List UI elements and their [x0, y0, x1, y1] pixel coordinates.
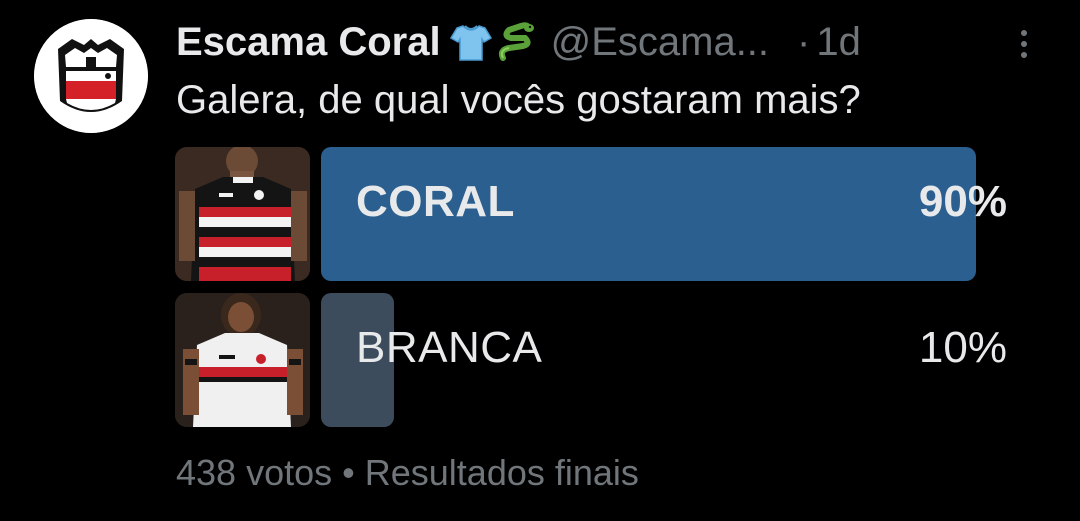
- poll-option-branca: BRANCA 10%: [175, 293, 1007, 427]
- poll-option-image-branca: [175, 293, 310, 427]
- author-handle[interactable]: @Escama...: [551, 20, 769, 65]
- coral-jersey-photo: [175, 147, 310, 281]
- tweet-header: Escama Coral @Escama... · 1d: [176, 14, 1056, 70]
- tweet-timestamp[interactable]: 1d: [816, 20, 861, 65]
- more-options-button[interactable]: [1016, 24, 1032, 64]
- poll-option-label-branca: BRANCA: [356, 323, 543, 372]
- poll-vote-count: 438 votos: [176, 452, 333, 493]
- tshirt-emoji-icon: [449, 25, 492, 61]
- header-separator: ·: [797, 19, 811, 64]
- poll-option-percent-branca: 10%: [918, 323, 1007, 372]
- poll-option-image-coral: [175, 147, 310, 281]
- tweet-text: Galera, de qual vocês gostaram mais?: [176, 78, 861, 122]
- author-display-name[interactable]: Escama Coral: [176, 20, 441, 65]
- branca-jersey-photo: [175, 293, 310, 427]
- tweet-card[interactable]: Escama Coral @Escama... · 1d Galera, de …: [0, 0, 1080, 521]
- author-badge-emojis: [449, 19, 539, 65]
- poll-option-coral: CORAL 90%: [175, 147, 1007, 281]
- club-crest-icon: [34, 19, 148, 133]
- poll-status: Resultados finais: [364, 452, 639, 493]
- poll-footer-separator: •: [342, 452, 355, 493]
- poll-footer: 438 votos • Resultados finais: [176, 452, 639, 494]
- poll-option-percent-coral: 90%: [918, 177, 1007, 226]
- snake-emoji-icon: [498, 22, 534, 61]
- avatar[interactable]: [34, 19, 148, 133]
- poll-option-label-coral: CORAL: [356, 177, 515, 226]
- more-vertical-icon: [1021, 30, 1027, 58]
